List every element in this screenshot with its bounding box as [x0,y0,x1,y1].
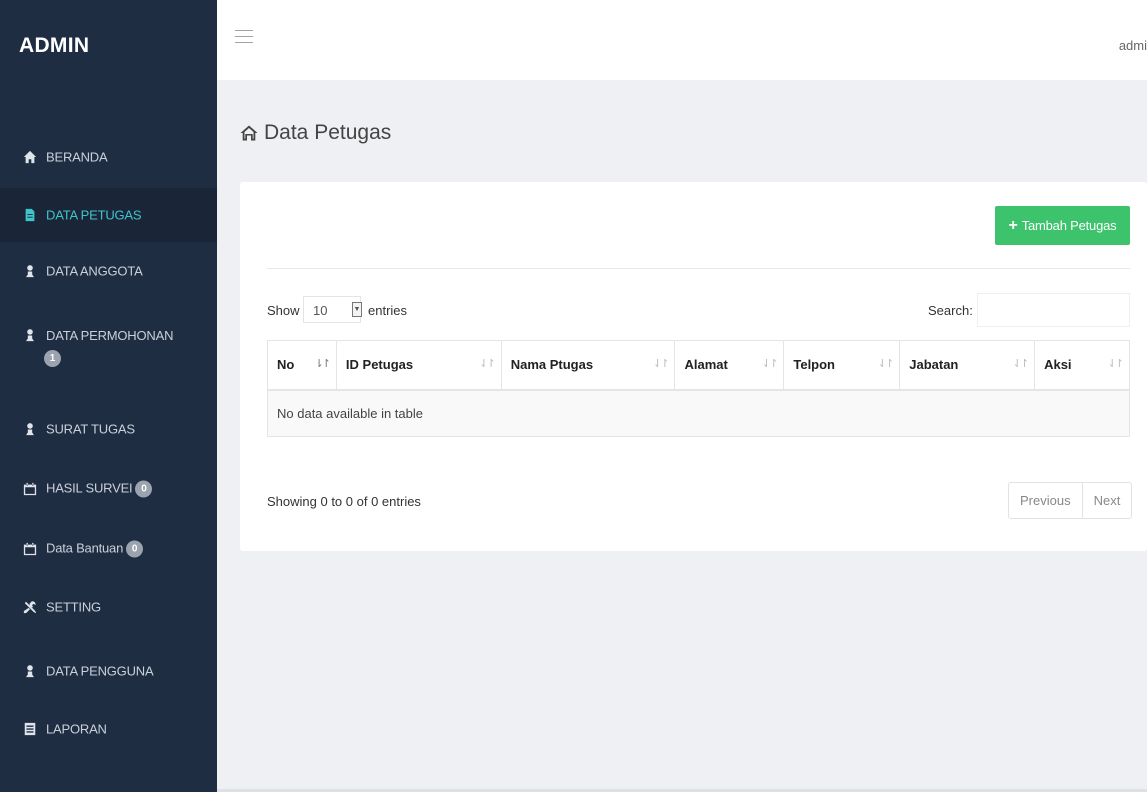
sort-icon: ⇃↾ [761,358,779,370]
sidebar-item-label: DATA PETUGAS [46,207,142,223]
user-icon [22,663,38,679]
notification-badge: 1 [44,350,61,367]
add-petugas-button[interactable]: + Tambah Petugas [995,206,1130,245]
sidebar-item-label: HASIL SURVEI [46,480,133,496]
sidebar-item-label: Data Bantuan [46,540,124,556]
tools-icon [22,599,38,615]
sort-icon: ⇃↾ [1012,358,1030,370]
previous-page-button[interactable]: Previous [1009,483,1082,518]
sort-icon: ⇃↾ [877,358,895,370]
column-header-jabatan[interactable]: Jabatan ⇃↾ [899,340,1036,391]
data-card: + Tambah Petugas Show 10 ▼ entries Searc… [240,182,1147,551]
notification-badge: 0 [135,480,153,498]
page-title: Data Petugas [240,121,391,145]
next-page-button[interactable]: Next [1081,483,1132,518]
home-icon [240,125,258,141]
table-row: No data available in table [267,389,1130,437]
table-header-row: No ⇂↾ ID Petugas ⇃↾ Nama Ptugas ⇃↾ Alamat ⇃↾… [267,340,1130,391]
sidebar-item-data-anggota[interactable]: DATA ANGGOTA [0,244,217,298]
list-icon [22,721,38,737]
user-icon [22,421,38,437]
sidebar-item-label: LAPORAN [46,721,107,737]
sidebar-item-label: DATA PENGGUNA [46,663,154,679]
sort-icon: ⇃↾ [653,358,670,370]
sidebar-item-data-permohonan[interactable]: DATA PERMOHONAN 1 [0,312,217,392]
home-icon [22,149,38,165]
dropdown-arrow-icon[interactable]: ▼ [352,302,362,317]
sidebar-item-data-bantuan[interactable]: Data Bantuan 0 [0,522,217,576]
column-header-nama-ptugas[interactable]: Nama Ptugas ⇃↾ [500,340,676,391]
menu-toggle-icon[interactable] [235,30,253,44]
sidebar-item-label: SURAT TUGAS [46,421,135,437]
sidebar: ADMIN BERANDA DATA PETUGAS DATA ANGGOTA … [0,0,217,792]
sort-icon: ⇃↾ [479,358,496,370]
sidebar-item-surat-tugas[interactable]: SURAT TUGAS [0,402,217,456]
sidebar-item-beranda[interactable]: BERANDA [0,130,217,184]
search-input[interactable] [977,293,1130,327]
sidebar-item-hasil-survei[interactable]: HASIL SURVEI 0 [0,462,217,516]
sidebar-item-data-pengguna[interactable]: DATA PENGGUNA [0,644,217,698]
sidebar-item-label: DATA ANGGOTA [46,263,143,279]
table-info: Showing 0 to 0 of 0 entries [267,494,421,509]
entries-label: entries [368,303,408,318]
user-icon [22,263,38,279]
column-header-telpon[interactable]: Telpon ⇃↾ [783,340,901,391]
sidebar-item-laporan[interactable]: LAPORAN [0,702,217,756]
calendar-icon [22,541,38,557]
empty-table-message: No data available in table [267,389,1130,437]
column-header-id-petugas[interactable]: ID Petugas ⇃↾ [335,340,502,391]
sidebar-item-label: SETTING [46,599,101,615]
pagination: Previous Next [1008,482,1133,519]
sort-icon: ⇃↾ [1107,358,1125,370]
top-bar: admi [217,0,1147,80]
sidebar-item-data-petugas[interactable]: DATA PETUGAS [0,188,217,242]
sidebar-item-label: DATA PERMOHONAN [46,328,174,343]
column-header-alamat[interactable]: Alamat ⇃↾ [674,340,785,391]
divider [267,268,1130,269]
column-header-no[interactable]: No ⇂↾ [267,340,337,391]
entries-length-select[interactable]: 10 ▼ [303,296,362,323]
show-label: Show [267,303,300,318]
user-menu[interactable]: admi [1119,38,1147,53]
column-header-aksi[interactable]: Aksi ⇃↾ [1034,340,1130,391]
file-icon [22,207,38,223]
brand-title[interactable]: ADMIN [19,34,89,58]
sidebar-item-setting[interactable]: SETTING [0,580,217,634]
search-label: Search: [928,303,973,318]
entries-length-value: 10 [313,303,328,318]
data-table: No ⇂↾ ID Petugas ⇃↾ Nama Ptugas ⇃↾ Alamat ⇃↾… [267,340,1130,437]
user-icon [22,327,38,343]
notification-badge: 0 [126,540,144,558]
sort-asc-icon: ⇂↾ [314,358,331,370]
page-title-text: Data Petugas [264,121,392,144]
add-button-label: Tambah Petugas [1021,218,1117,233]
sidebar-item-label: BERANDA [46,149,108,165]
calendar-icon [22,481,38,497]
plus-icon: + [1008,216,1018,234]
